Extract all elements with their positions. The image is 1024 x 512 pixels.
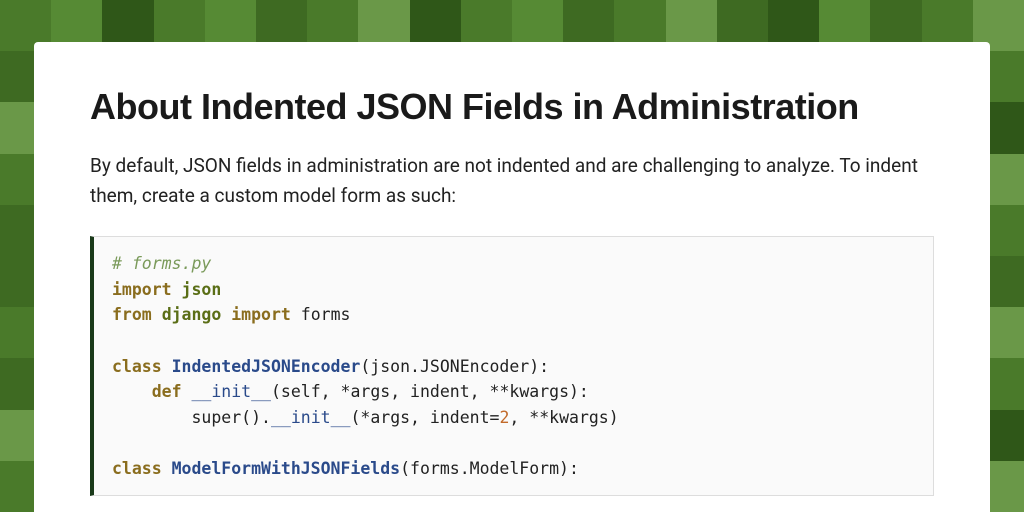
code-keyword: import — [112, 280, 172, 299]
code-number: 2 — [499, 408, 509, 427]
code-text: forms — [291, 305, 351, 324]
code-classname: IndentedJSONEncoder — [172, 357, 361, 376]
page-title: About Indented JSON Fields in Administra… — [90, 86, 934, 127]
code-dunder: __init__ — [271, 408, 350, 427]
code-comment: # forms.py — [112, 254, 211, 273]
code-keyword: def — [152, 382, 182, 401]
code-text: super(). — [191, 408, 270, 427]
code-keyword: from — [112, 305, 152, 324]
code-keyword: class — [112, 357, 162, 376]
code-text: (self, *args, indent, **kwargs): — [271, 382, 589, 401]
article-card: About Indented JSON Fields in Administra… — [34, 42, 990, 512]
code-keyword: import — [231, 305, 291, 324]
lead-paragraph: By default, JSON fields in administratio… — [90, 151, 934, 210]
code-block: # forms.py import json from django impor… — [90, 236, 934, 496]
code-keyword: class — [112, 459, 162, 478]
code-text: , **kwargs) — [509, 408, 618, 427]
code-dunder: __init__ — [192, 382, 271, 401]
code-text: (forms.ModelForm): — [400, 459, 579, 478]
code-text: (json.JSONEncoder): — [360, 357, 549, 376]
code-module: json — [182, 280, 222, 299]
code-classname: ModelFormWithJSONFields — [172, 459, 400, 478]
code-module: django — [162, 305, 222, 324]
code-text: (*args, indent= — [350, 408, 499, 427]
